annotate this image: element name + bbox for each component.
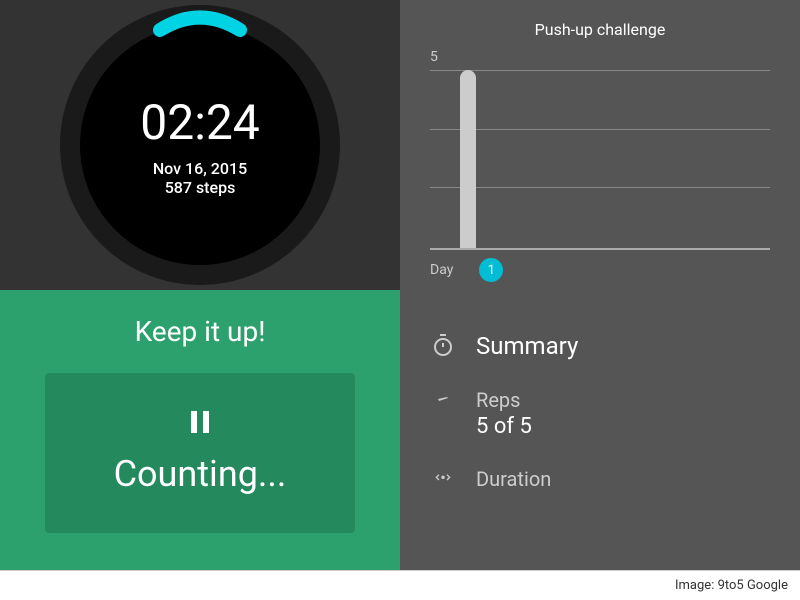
summary-heading: Summary [476,332,578,360]
pause-icon[interactable] [191,411,209,433]
chart-area [430,70,770,250]
watch-face-panel: 02:24 Nov 16, 2015 587 steps [0,0,400,290]
watch-face[interactable]: 02:24 Nov 16, 2015 587 steps [60,5,340,285]
watch-time: 02:24 [140,94,260,151]
duration-icon [430,467,456,493]
day-badge[interactable]: 1 [479,258,503,282]
reps-label: Reps [476,388,532,412]
watch-steps: 587 steps [165,178,236,197]
summary-section: Summary Reps 5 of 5 [430,332,770,493]
activity-ring-progress [140,0,260,40]
stopwatch-icon [430,332,456,358]
chart-bar-day1 [460,70,476,248]
duration-label: Duration [476,467,551,491]
watch-date: Nov 16, 2015 [153,159,247,178]
reps-icon [430,388,456,414]
chart-x-label: Day [430,262,453,278]
activity-panel: Keep it up! Counting... [0,290,400,570]
image-credit: Image: 9to5 Google [0,570,800,600]
chart-y-tick: 5 [430,49,770,65]
activity-status: Counting... [114,453,287,495]
reps-value: 5 of 5 [476,414,532,439]
challenge-panel: Push-up challenge 5 Day 1 Summar [400,0,800,570]
activity-card[interactable]: Counting... [45,373,355,533]
activity-encouragement: Keep it up! [135,315,266,348]
chart-title: Push-up challenge [430,20,770,39]
chart-x-axis: Day 1 [430,258,770,282]
